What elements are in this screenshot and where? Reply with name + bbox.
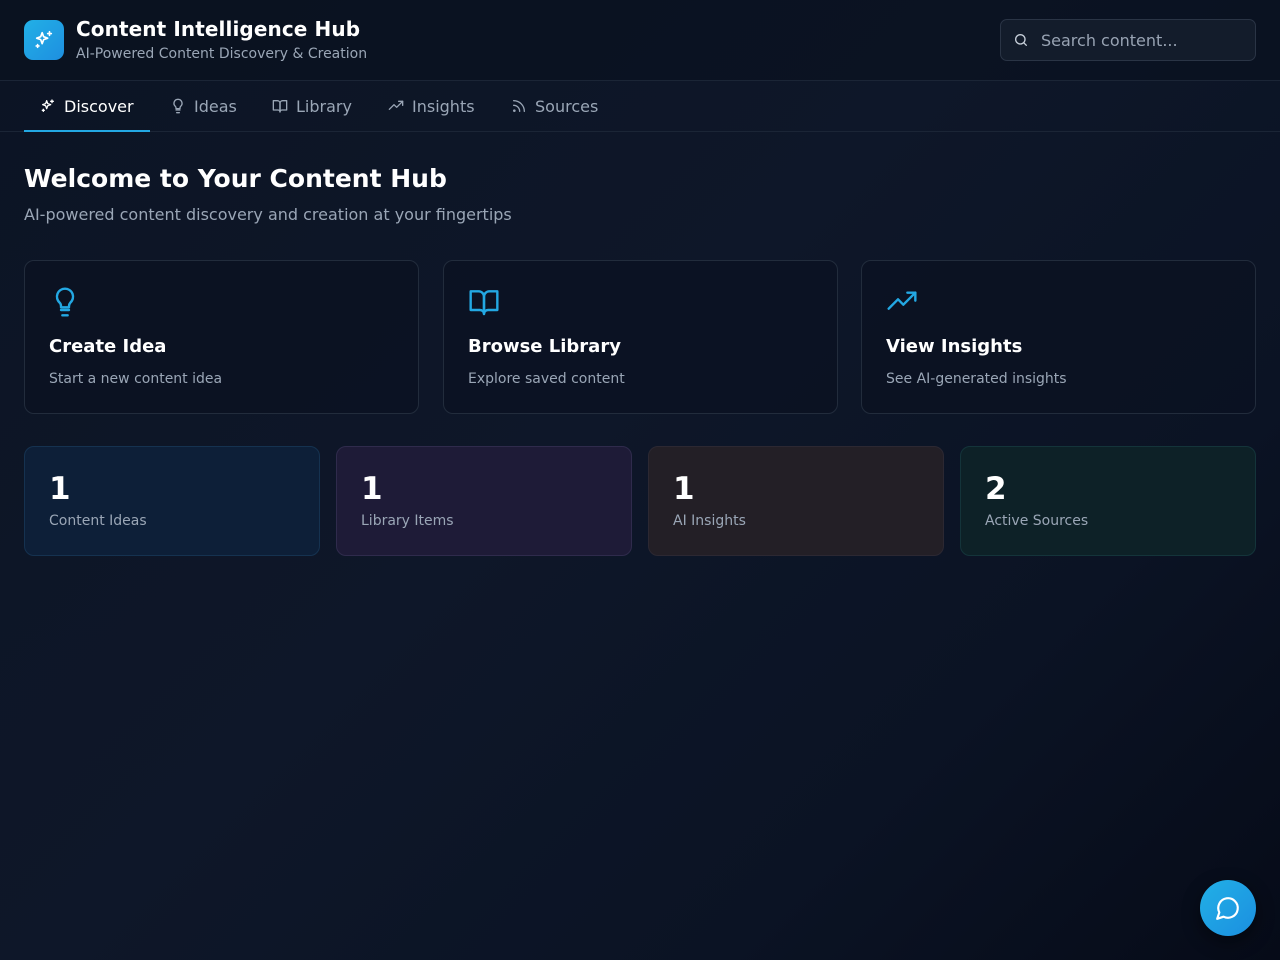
card-description: See AI-generated insights (886, 371, 1067, 387)
rss-icon (511, 98, 527, 114)
lightbulb-icon (170, 98, 186, 114)
page-subtitle: AI-powered content discovery and creatio… (24, 205, 512, 224)
page-title: Welcome to Your Content Hub (24, 164, 447, 193)
card-title: View Insights (886, 336, 1023, 357)
card-title: Browse Library (468, 336, 621, 357)
stat-value: 1 (49, 471, 71, 507)
card-title: Create Idea (49, 336, 167, 357)
tab-library[interactable]: Library (272, 81, 352, 131)
tab-label: Library (296, 96, 352, 116)
stat-label: AI Insights (673, 513, 746, 529)
stat-value: 2 (985, 471, 1007, 507)
app-title: Content Intelligence Hub (76, 17, 361, 41)
book-open-icon (468, 286, 500, 318)
card-description: Explore saved content (468, 371, 625, 387)
view-insights-card[interactable]: View Insights See AI-generated insights (861, 260, 1256, 414)
app-subtitle: AI-Powered Content Discovery & Creation (76, 46, 368, 62)
search-input[interactable] (1041, 30, 1241, 50)
tab-discover[interactable]: Discover (24, 81, 150, 132)
tab-sources[interactable]: Sources (511, 81, 598, 131)
lightbulb-icon (49, 286, 81, 318)
trending-up-icon (886, 286, 918, 318)
stat-value: 1 (673, 471, 695, 507)
tab-label: Sources (535, 96, 599, 116)
card-description: Start a new content idea (49, 371, 223, 387)
main-tabs: Discover Ideas Library Insights Sources (0, 81, 1280, 132)
chat-button[interactable] (1200, 880, 1256, 936)
browse-library-card[interactable]: Browse Library Explore saved content (443, 260, 838, 414)
stat-label: Library Items (361, 513, 454, 529)
sparkles-icon (33, 29, 55, 51)
stat-value: 1 (361, 471, 383, 507)
stat-label: Content Ideas (49, 513, 147, 529)
trending-up-icon (388, 98, 404, 114)
stat-card-content-ideas: 1 Content Ideas (24, 446, 320, 556)
tab-label: Discover (64, 96, 134, 116)
stat-card-ai-insights: 1 AI Insights (648, 446, 944, 556)
stat-card-active-sources: 2 Active Sources (960, 446, 1256, 556)
create-idea-card[interactable]: Create Idea Start a new content idea (24, 260, 419, 414)
app-logo (24, 20, 64, 60)
sparkles-icon (40, 98, 56, 114)
search-box[interactable] (1000, 19, 1256, 61)
tab-label: Ideas (194, 96, 237, 116)
tab-label: Insights (412, 96, 475, 116)
stat-card-library-items: 1 Library Items (336, 446, 632, 556)
search-icon (1013, 32, 1029, 48)
app-header: Content Intelligence Hub AI-Powered Cont… (0, 0, 1280, 81)
tab-ideas[interactable]: Ideas (170, 81, 237, 131)
book-open-icon (272, 98, 288, 114)
tab-insights[interactable]: Insights (388, 81, 475, 131)
stat-label: Active Sources (985, 513, 1089, 529)
message-circle-icon (1215, 895, 1241, 921)
